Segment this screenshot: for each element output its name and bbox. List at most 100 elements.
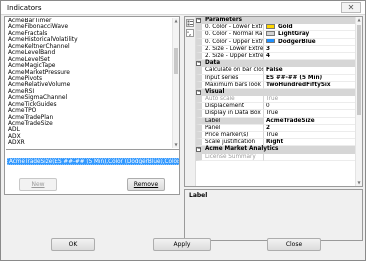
property-name: 0. Color - Upper Extreme	[196, 38, 263, 46]
property-row[interactable]: Label AcmeTradeSize	[196, 117, 355, 125]
property-value[interactable]	[263, 153, 355, 161]
scroll-down-icon[interactable]: ▼	[173, 142, 179, 148]
property-row[interactable]: Auto scale True	[196, 96, 355, 104]
property-row[interactable]: 2. Size - Lower Extreme3	[196, 45, 355, 53]
property-value-text: DodgerBlue	[278, 38, 316, 45]
property-name: Label	[196, 117, 263, 125]
scroll-up-icon[interactable]: ▲	[356, 17, 362, 23]
list-divider	[6, 149, 179, 150]
property-value[interactable]: 3	[263, 45, 355, 53]
color-swatch	[266, 31, 275, 36]
property-row[interactable]: 2. Size - Upper Extreme4	[196, 52, 355, 61]
property-value-text: 4	[266, 52, 270, 59]
property-value-text: 3	[266, 45, 270, 52]
property-value[interactable]: True	[263, 132, 355, 140]
category-row[interactable]: − Acme Market Analytics	[196, 146, 355, 154]
scroll-thumb[interactable]	[174, 48, 178, 74]
property-value[interactable]: True	[263, 110, 355, 118]
property-row[interactable]: Panel 2	[196, 124, 355, 132]
property-row[interactable]: 0. Color - Normal Range LightGray	[196, 31, 355, 39]
property-name: 2. Size - Upper Extreme	[196, 52, 263, 61]
description-panel: Label	[184, 189, 363, 241]
list-item[interactable]: ADXR	[6, 140, 172, 146]
description-title: Label	[189, 192, 208, 199]
property-value-text: 2	[266, 124, 270, 131]
property-name: Price marker(s)	[196, 132, 263, 140]
category-label: Visual	[205, 88, 225, 95]
close-window-button[interactable]: ✕	[341, 2, 361, 13]
property-name: Display in Data Box	[196, 110, 263, 118]
property-name: License Summary	[196, 153, 263, 161]
category-row[interactable]: − Parameters	[196, 17, 355, 25]
property-value-text: Right	[266, 139, 284, 146]
scroll-down-icon[interactable]: ▼	[356, 180, 362, 186]
properties-toolbar: AZ	[185, 17, 196, 186]
property-row[interactable]: Displacement 0	[196, 103, 355, 111]
remove-button[interactable]: Remove	[127, 178, 165, 191]
available-indicators-list[interactable]: AcmeBarTimer AcmeFibonacciWave AcmeFractal…	[6, 18, 172, 148]
category-row[interactable]: − Data	[196, 60, 355, 68]
property-name: Maximum bars look back	[196, 81, 263, 89]
collapse-icon[interactable]: −	[196, 89, 201, 95]
property-value-text: TwoHundredFiftySix	[266, 81, 331, 88]
property-row[interactable]: Scale justification Right	[196, 139, 355, 147]
property-value-text: ES ##-## (5 Min)	[266, 74, 323, 81]
category-label: Acme Market Analytics	[205, 146, 279, 153]
collapse-icon[interactable]: −	[196, 61, 201, 67]
properties-panel: AZ −Parameters0. Color - Lower Extreme Go…	[184, 16, 363, 187]
property-row[interactable]: License Summary	[196, 153, 355, 161]
indicator-list-scrollbar[interactable]: ▲ ▼	[172, 18, 179, 148]
category-label: Data	[205, 60, 221, 67]
property-row[interactable]: Display in Data Box True	[196, 110, 355, 118]
property-value[interactable]: LightGray	[263, 31, 355, 39]
ok-button[interactable]: OK	[51, 238, 95, 251]
color-swatch	[266, 24, 275, 29]
property-name: Panel	[196, 124, 263, 132]
property-value[interactable]: 0	[263, 103, 355, 111]
property-value[interactable]: True	[263, 96, 355, 104]
property-value[interactable]: Gold	[263, 24, 355, 32]
category-row[interactable]: − Visual	[196, 88, 355, 97]
categorized-icon[interactable]	[186, 19, 194, 27]
property-name: 2. Size - Lower Extreme	[196, 45, 263, 53]
alphabetical-icon[interactable]: AZ	[186, 29, 194, 37]
property-value[interactable]: TwoHundredFiftySix	[263, 81, 355, 89]
property-name: Scale justification	[196, 139, 263, 147]
close-button[interactable]: Close	[267, 238, 321, 251]
property-value[interactable]: ES ##-## (5 Min)	[263, 74, 355, 82]
property-value-text: True	[266, 96, 279, 103]
property-row[interactable]: 0. Color - Lower Extreme Gold	[196, 24, 355, 32]
property-grid-scrollbar[interactable]: ▲ ▼	[355, 17, 362, 186]
collapse-icon[interactable]: −	[196, 147, 201, 153]
window-title: Indicators	[7, 4, 42, 12]
property-value[interactable]: Right	[263, 139, 355, 147]
apply-button[interactable]: Apply	[153, 238, 211, 251]
property-name: Calculate on bar close	[196, 67, 263, 75]
scroll-thumb[interactable]	[357, 25, 361, 115]
property-name: 0. Color - Normal Range	[196, 31, 263, 39]
property-value-text: True	[266, 110, 279, 117]
property-name: Auto scale	[196, 96, 263, 104]
property-value-text: LightGray	[278, 31, 310, 38]
property-row[interactable]: Maximum bars look backTwoHundredFiftySix	[196, 81, 355, 89]
property-row[interactable]: 0. Color - Upper Extreme DodgerBlue	[196, 38, 355, 46]
scroll-up-icon[interactable]: ▲	[173, 18, 179, 24]
property-grid: −Parameters0. Color - Lower ExtremeGold0…	[196, 17, 355, 161]
property-row[interactable]: Price marker(s) True	[196, 132, 355, 140]
indicators-dialog: Indicators ✕ AcmeBarTimer AcmeFibonacciWa…	[0, 0, 366, 261]
property-row[interactable]: Calculate on bar close False	[196, 67, 355, 75]
property-value[interactable]: False	[263, 67, 355, 75]
property-value[interactable]: DodgerBlue	[263, 38, 355, 46]
property-value[interactable]: 4	[263, 52, 355, 61]
property-value[interactable]: AcmeTradeSize	[263, 117, 355, 125]
property-value[interactable]: 2	[263, 124, 355, 132]
new-button[interactable]: New	[19, 178, 57, 191]
remove-button-label: Remove	[133, 181, 159, 188]
property-value-text: 0	[266, 103, 270, 110]
property-row[interactable]: Input series ES ##-## (5 Min)	[196, 74, 355, 82]
property-name: 0. Color - Lower Extreme	[196, 24, 263, 32]
collapse-icon[interactable]: −	[196, 18, 201, 23]
applied-indicator-item[interactable]: AcmeTradeSize(ES ##-## (5 Min),Color (Do…	[7, 158, 179, 165]
property-value-text: AcmeTradeSize	[266, 117, 315, 124]
property-value-text: Gold	[278, 24, 293, 31]
